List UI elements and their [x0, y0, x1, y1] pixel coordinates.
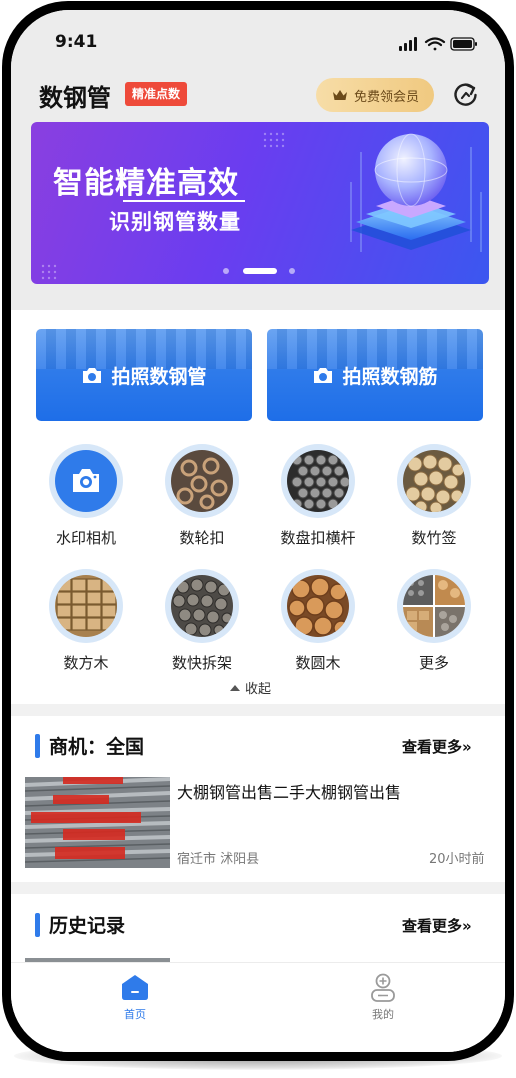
camera-icon	[314, 367, 333, 383]
tab-home[interactable]: 首页	[95, 973, 175, 1022]
tool-bamboo-stick[interactable]: 数竹签	[379, 444, 489, 554]
tool-watermark-camera[interactable]: 水印相机	[31, 444, 141, 554]
bottom-tab-bar: 首页 我的	[11, 962, 505, 1052]
tool-wheel-buckle[interactable]: 数轮扣	[147, 444, 257, 554]
tool-label: 数竹签	[411, 529, 457, 547]
section-divider	[11, 882, 505, 894]
tool-label: 更多	[418, 654, 449, 672]
more-photo	[403, 575, 465, 637]
tool-label: 数方木	[63, 654, 109, 672]
refresh-icon[interactable]	[451, 80, 481, 110]
status-time: 9:41	[55, 32, 98, 52]
tab-home-label: 首页	[124, 1008, 146, 1021]
app-screen: 9:41 数钢管 精准点数 免费领会员 智能精准高效 识别钢管数量 拍照数钢管 …	[11, 10, 505, 1052]
bamboo-stick-photo	[405, 454, 465, 512]
profile-icon	[371, 973, 395, 1002]
battery-icon	[450, 37, 477, 51]
phone-frame: 9:41 数钢管 精准点数 免费领会员 智能精准高效 识别钢管数量 拍照数钢管 …	[2, 1, 514, 1061]
tab-mine-label: 我的	[372, 1008, 394, 1021]
history-more-link[interactable]: 查看更多»	[402, 915, 472, 936]
tool-quick-frame[interactable]: 数快拆架	[147, 569, 257, 679]
round-log-photo	[288, 577, 349, 636]
disk-buckle-photo	[291, 454, 349, 510]
news-location: 宿迁市 沭阳县	[177, 852, 260, 867]
tool-square-timber[interactable]: 数方木	[31, 569, 141, 679]
tool-disk-buckle[interactable]: 数盘扣横杆	[263, 444, 373, 554]
caret-up-icon	[230, 684, 240, 691]
count-steel-pipe-card[interactable]: 拍照数钢管	[36, 329, 252, 421]
tool-label: 数圆木	[295, 654, 341, 672]
square-timber-photo	[56, 578, 117, 631]
status-icons	[399, 37, 477, 51]
camera-icon	[83, 367, 102, 383]
wifi-icon	[424, 37, 446, 51]
precision-badge: 精准点数	[125, 82, 188, 106]
news-title[interactable]: 大棚钢管出售二手大棚钢管出售	[177, 779, 497, 803]
free-vip-button[interactable]: 免费领会员	[316, 78, 434, 112]
section-divider	[11, 704, 505, 716]
quick-frame-photo	[172, 578, 233, 637]
business-more-link[interactable]: 查看更多»	[402, 736, 472, 757]
count-rebar-card[interactable]: 拍照数钢筋	[267, 329, 483, 421]
tool-round-log[interactable]: 数圆木	[263, 569, 373, 679]
collapse-toggle[interactable]: 收起	[229, 678, 271, 697]
tab-mine[interactable]: 我的	[343, 973, 423, 1022]
promo-banner[interactable]: 智能精准高效 识别钢管数量	[31, 122, 489, 284]
signal-icon	[399, 37, 417, 51]
banner-subline: 识别钢管数量	[109, 210, 241, 234]
section-accent-bar	[35, 734, 40, 758]
tool-label: 数轮扣	[179, 529, 225, 547]
business-title: 商机：全国	[49, 736, 145, 758]
history-title: 历史记录	[49, 915, 126, 937]
vip-label: 免费领会员	[353, 89, 419, 105]
banner-pagination	[223, 268, 303, 274]
news-thumbnail[interactable]	[25, 777, 170, 868]
card-label: 拍照数钢筋	[342, 365, 438, 388]
wheel-buckle-photo	[176, 457, 228, 510]
camera-icon	[73, 469, 99, 492]
crown-icon	[332, 90, 347, 100]
section-accent-bar	[35, 913, 40, 937]
collapse-label: 收起	[245, 682, 272, 697]
home-icon	[122, 975, 148, 1000]
tool-label: 水印相机	[55, 529, 116, 547]
globe-platform-illustration	[350, 133, 482, 252]
tool-more[interactable]: 更多	[379, 569, 489, 679]
steel-pipe-stack-photo	[25, 777, 170, 868]
card-label: 拍照数钢管	[111, 365, 207, 388]
banner-headline: 智能精准高效	[53, 166, 239, 201]
tool-label: 数快拆架	[171, 654, 232, 672]
banner-divider	[123, 200, 245, 202]
news-time: 20小时前	[429, 852, 485, 867]
app-title: 数钢管	[39, 84, 111, 112]
tool-label: 数盘扣横杆	[280, 529, 356, 547]
